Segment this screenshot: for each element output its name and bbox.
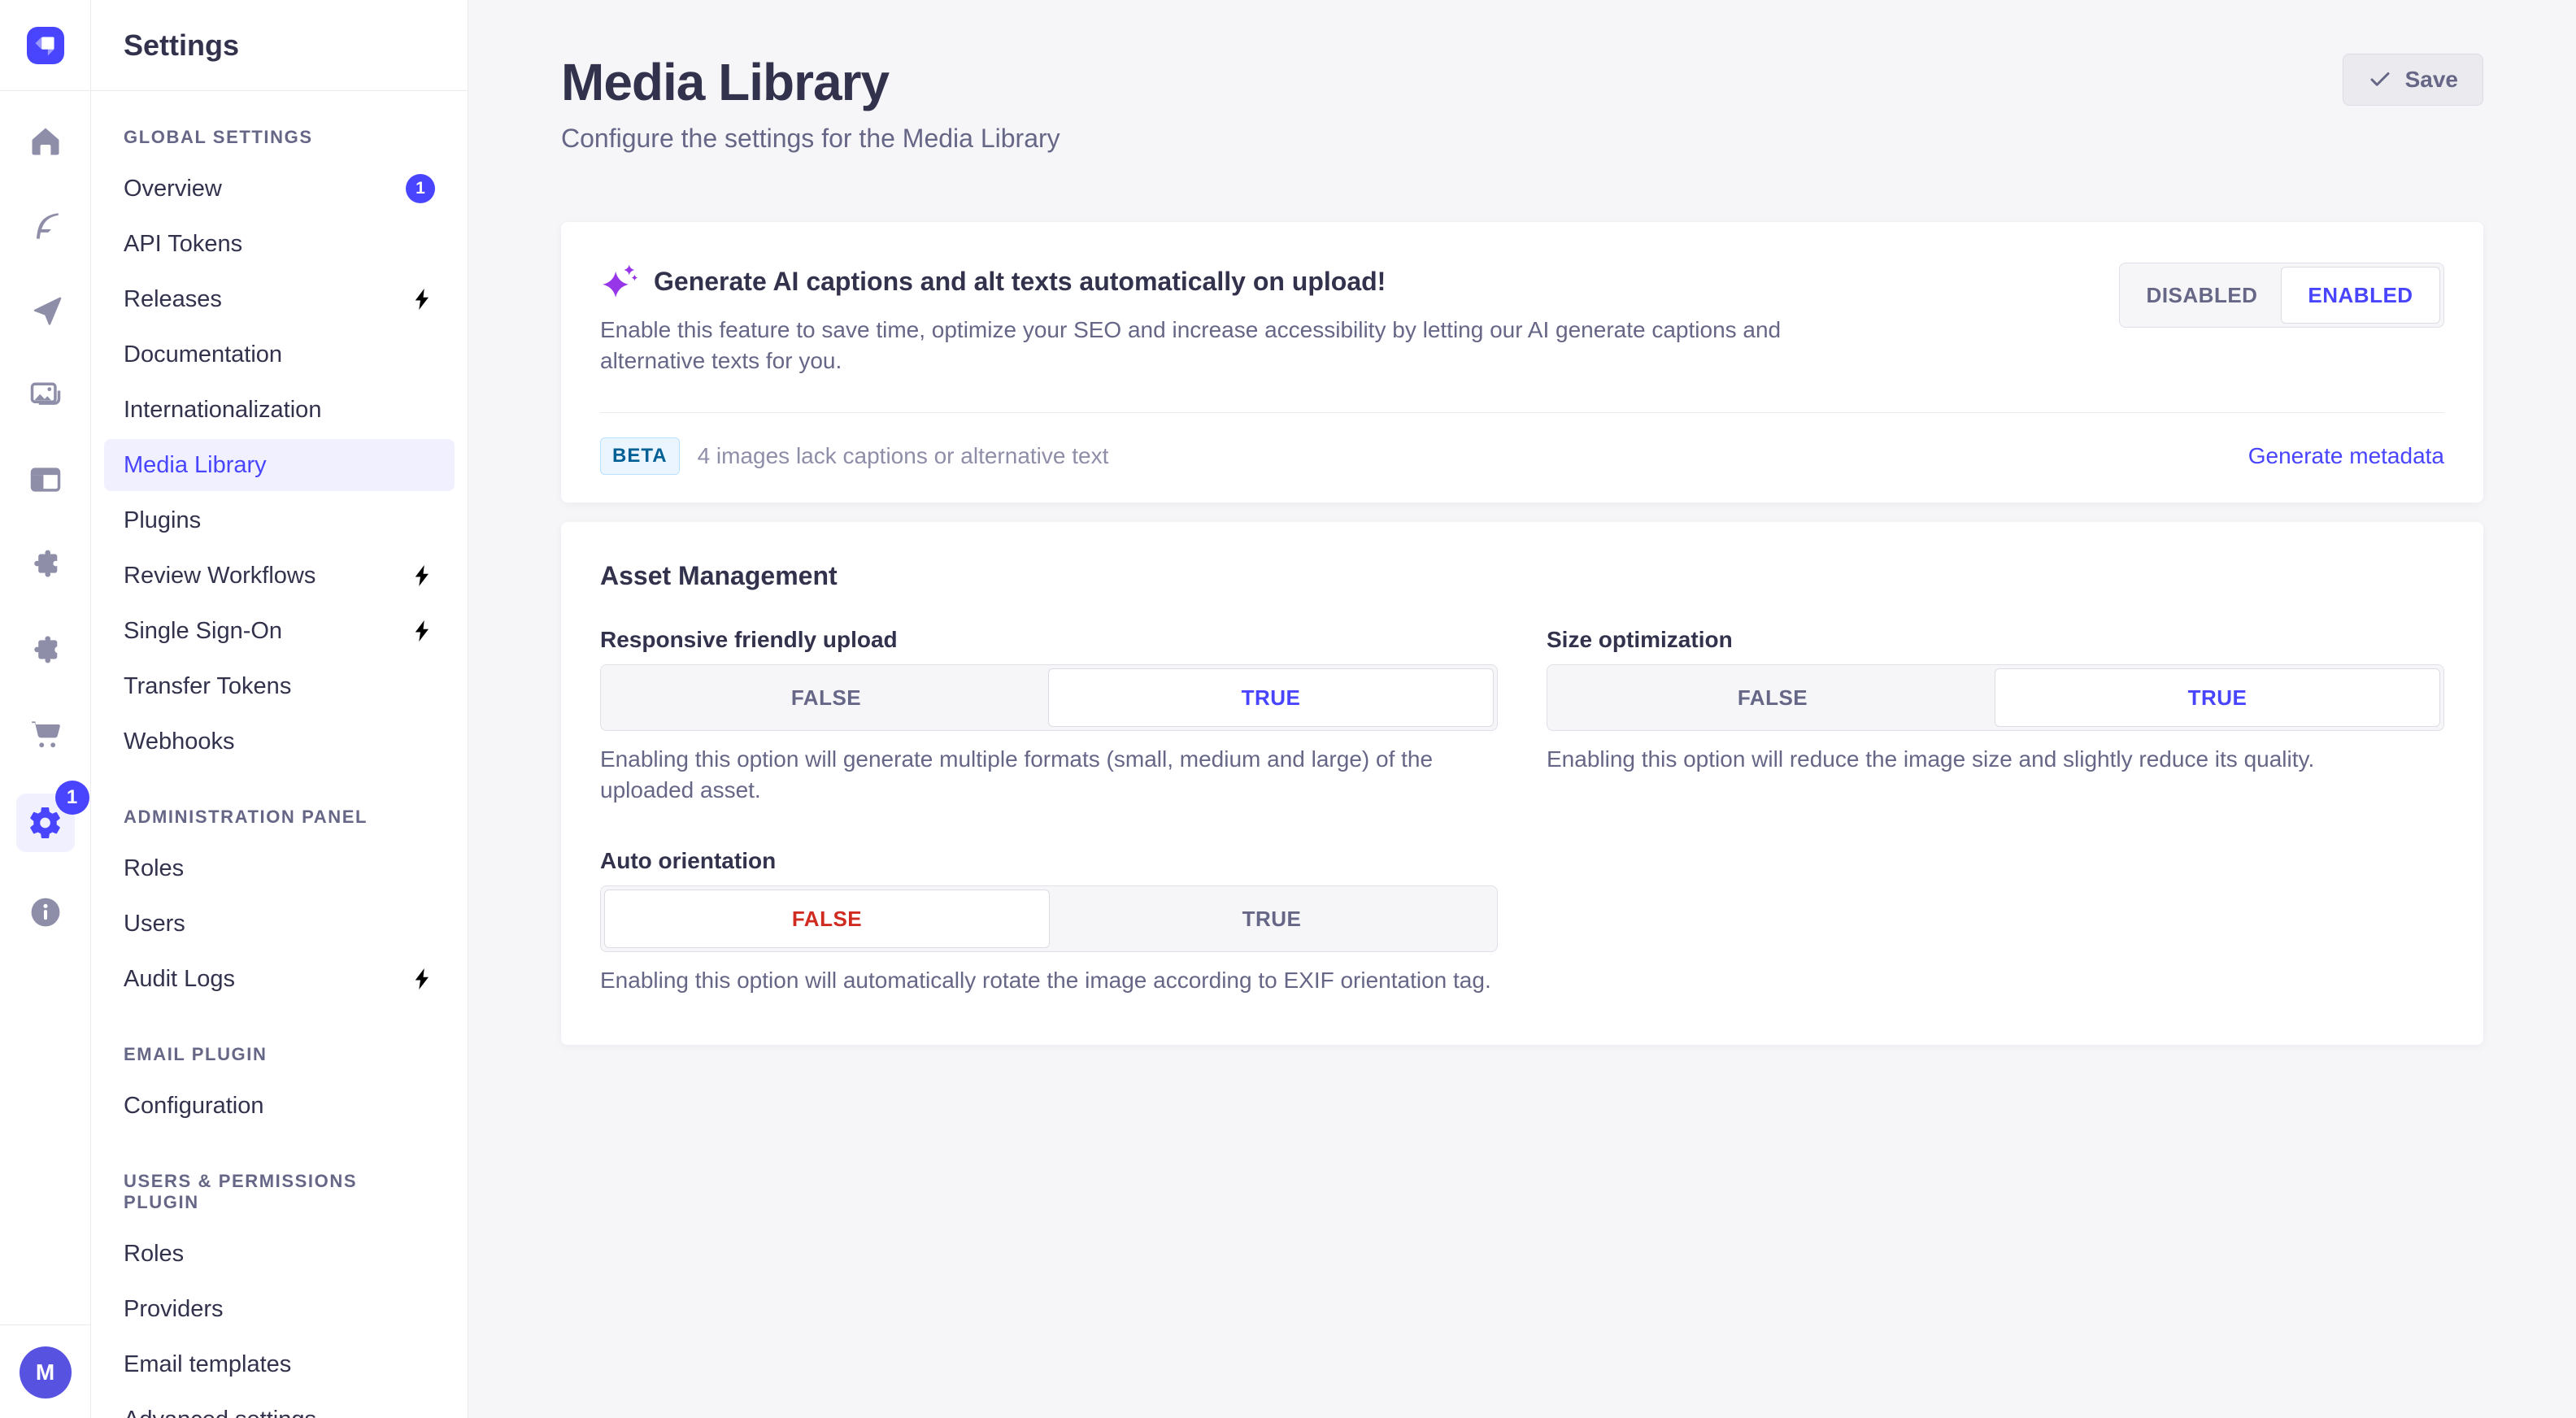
sidebar-item-review-workflows[interactable]: Review Workflows xyxy=(104,550,455,602)
section-global-settings: GLOBAL SETTINGS Overview 1 API Tokens Re… xyxy=(104,127,455,768)
main-nav-rail: 1 M xyxy=(0,0,91,1418)
save-button[interactable]: Save xyxy=(2343,54,2483,106)
page-header: Media Library Configure the settings for… xyxy=(561,52,2483,154)
field-hint: Enabling this option will reduce the ima… xyxy=(1547,744,2444,775)
section-label: EMAIL PLUGIN xyxy=(104,1044,455,1065)
section-users-permissions-plugin: USERS & PERMISSIONS PLUGIN Roles Provide… xyxy=(104,1171,455,1418)
sparkles-icon xyxy=(600,263,637,300)
section-administration-panel: ADMINISTRATION PANEL Roles Users Audit L… xyxy=(104,807,455,1005)
lightning-icon xyxy=(411,619,435,643)
ai-banner-card: Generate AI captions and alt texts autom… xyxy=(561,222,2483,502)
sidebar-item-providers[interactable]: Providers xyxy=(104,1283,455,1335)
ai-banner-top: Generate AI captions and alt texts autom… xyxy=(561,222,2483,412)
settings-sidebar-header: Settings xyxy=(91,0,468,91)
rail-icon-list xyxy=(23,91,68,756)
asset-management-card: Asset Management Responsive friendly upl… xyxy=(561,522,2483,1045)
ai-banner-text: Generate AI captions and alt texts autom… xyxy=(600,263,1804,376)
settings-sidebar: Settings GLOBAL SETTINGS Overview 1 API … xyxy=(91,0,468,1418)
sidebar-item-documentation[interactable]: Documentation xyxy=(104,328,455,381)
settings-notification-badge: 1 xyxy=(55,781,89,815)
paper-plane-icon[interactable] xyxy=(23,288,68,333)
size-optimization-field: Size optimization FALSE TRUE Enabling th… xyxy=(1547,627,2444,806)
lightning-icon xyxy=(411,287,435,311)
section-email-plugin: EMAIL PLUGIN Configuration xyxy=(104,1044,455,1132)
sidebar-item-email-templates[interactable]: Email templates xyxy=(104,1338,455,1390)
lightning-icon xyxy=(411,967,435,991)
lightning-icon xyxy=(411,563,435,588)
sidebar-item-api-tokens[interactable]: API Tokens xyxy=(104,218,455,270)
settings-rail-item[interactable]: 1 xyxy=(16,794,75,852)
sidebar-item-transfer-tokens[interactable]: Transfer Tokens xyxy=(104,660,455,712)
size-optimization-toggle: FALSE TRUE xyxy=(1547,664,2444,731)
section-label: GLOBAL SETTINGS xyxy=(104,127,455,148)
rail-divider xyxy=(0,1324,90,1325)
ai-banner-description: Enable this feature to save time, optimi… xyxy=(600,315,1804,376)
responsive-upload-true-option[interactable]: TRUE xyxy=(1048,668,1494,727)
sidebar-item-releases[interactable]: Releases xyxy=(104,273,455,325)
ai-toggle-disabled-option[interactable]: DISABLED xyxy=(2123,267,2281,324)
sidebar-item-webhooks[interactable]: Webhooks xyxy=(104,716,455,768)
sidebar-item-advanced-settings[interactable]: Advanced settings xyxy=(104,1394,455,1418)
feather-icon[interactable] xyxy=(23,203,68,249)
field-hint: Enabling this option will generate multi… xyxy=(600,744,1498,806)
settings-sidebar-list: GLOBAL SETTINGS Overview 1 API Tokens Re… xyxy=(91,91,468,1418)
responsive-upload-toggle: FALSE TRUE xyxy=(600,664,1498,731)
sidebar-item-up-roles[interactable]: Roles xyxy=(104,1228,455,1280)
size-optimization-true-option[interactable]: TRUE xyxy=(1995,668,2440,727)
sidebar-item-plugins[interactable]: Plugins xyxy=(104,494,455,546)
check-icon xyxy=(2368,67,2392,92)
ai-banner-title: Generate AI captions and alt texts autom… xyxy=(654,267,1386,297)
auto-orientation-field: Auto orientation FALSE TRUE Enabling thi… xyxy=(600,848,1498,996)
ai-banner-footer: BETA 4 images lack captions or alternati… xyxy=(561,413,2483,502)
page-title-block: Media Library Configure the settings for… xyxy=(561,52,1060,154)
sidebar-item-media-library[interactable]: Media Library xyxy=(104,439,455,491)
overview-badge: 1 xyxy=(406,174,435,203)
auto-orientation-true-option[interactable]: TRUE xyxy=(1050,890,1494,948)
sidebar-item-users[interactable]: Users xyxy=(104,898,455,950)
section-label: USERS & PERMISSIONS PLUGIN xyxy=(104,1171,455,1213)
beta-badge: BETA xyxy=(600,437,680,475)
sidebar-title: Settings xyxy=(124,28,239,63)
sidebar-item-overview[interactable]: Overview 1 xyxy=(104,163,455,215)
ai-captions-toggle: DISABLED ENABLED xyxy=(2119,263,2444,328)
sidebar-item-configuration[interactable]: Configuration xyxy=(104,1080,455,1132)
field-label: Auto orientation xyxy=(600,848,1498,874)
sidebar-item-roles[interactable]: Roles xyxy=(104,842,455,894)
asset-management-grid: Responsive friendly upload FALSE TRUE En… xyxy=(600,627,2444,996)
responsive-friendly-upload-field: Responsive friendly upload FALSE TRUE En… xyxy=(600,627,1498,806)
sidebar-item-single-sign-on[interactable]: Single Sign-On xyxy=(104,605,455,657)
field-label: Size optimization xyxy=(1547,627,2444,653)
cart-icon[interactable] xyxy=(23,711,68,756)
asset-management-heading: Asset Management xyxy=(600,561,2444,591)
ai-toggle-enabled-option[interactable]: ENABLED xyxy=(2281,267,2440,324)
rail-footer: M xyxy=(0,1324,90,1418)
home-icon[interactable] xyxy=(23,119,68,164)
info-icon[interactable] xyxy=(23,890,68,935)
main-content: Media Library Configure the settings for… xyxy=(468,0,2576,1418)
gear-icon xyxy=(27,804,64,842)
puzzle-icon[interactable] xyxy=(23,542,68,587)
avatar[interactable]: M xyxy=(20,1346,72,1398)
missing-captions-status: 4 images lack captions or alternative te… xyxy=(698,443,1109,469)
size-optimization-false-option[interactable]: FALSE xyxy=(1551,668,1995,727)
responsive-upload-false-option[interactable]: FALSE xyxy=(604,668,1048,727)
marketplace-icon[interactable] xyxy=(23,626,68,672)
field-label: Responsive friendly upload xyxy=(600,627,1498,653)
field-hint: Enabling this option will automatically … xyxy=(600,965,1498,996)
logo-area xyxy=(0,0,90,91)
ai-banner-heading: Generate AI captions and alt texts autom… xyxy=(600,263,1804,300)
layout-icon[interactable] xyxy=(23,457,68,502)
auto-orientation-false-option[interactable]: FALSE xyxy=(604,890,1050,948)
page-subtitle: Configure the settings for the Media Lib… xyxy=(561,124,1060,154)
sidebar-item-internationalization[interactable]: Internationalization xyxy=(104,384,455,436)
auto-orientation-toggle: FALSE TRUE xyxy=(600,885,1498,952)
images-icon[interactable] xyxy=(23,372,68,418)
section-label: ADMINISTRATION PANEL xyxy=(104,807,455,828)
generate-metadata-link[interactable]: Generate metadata xyxy=(2248,443,2444,469)
page-title: Media Library xyxy=(561,52,1060,112)
sidebar-item-audit-logs[interactable]: Audit Logs xyxy=(104,953,455,1005)
strapi-logo[interactable] xyxy=(27,27,64,64)
